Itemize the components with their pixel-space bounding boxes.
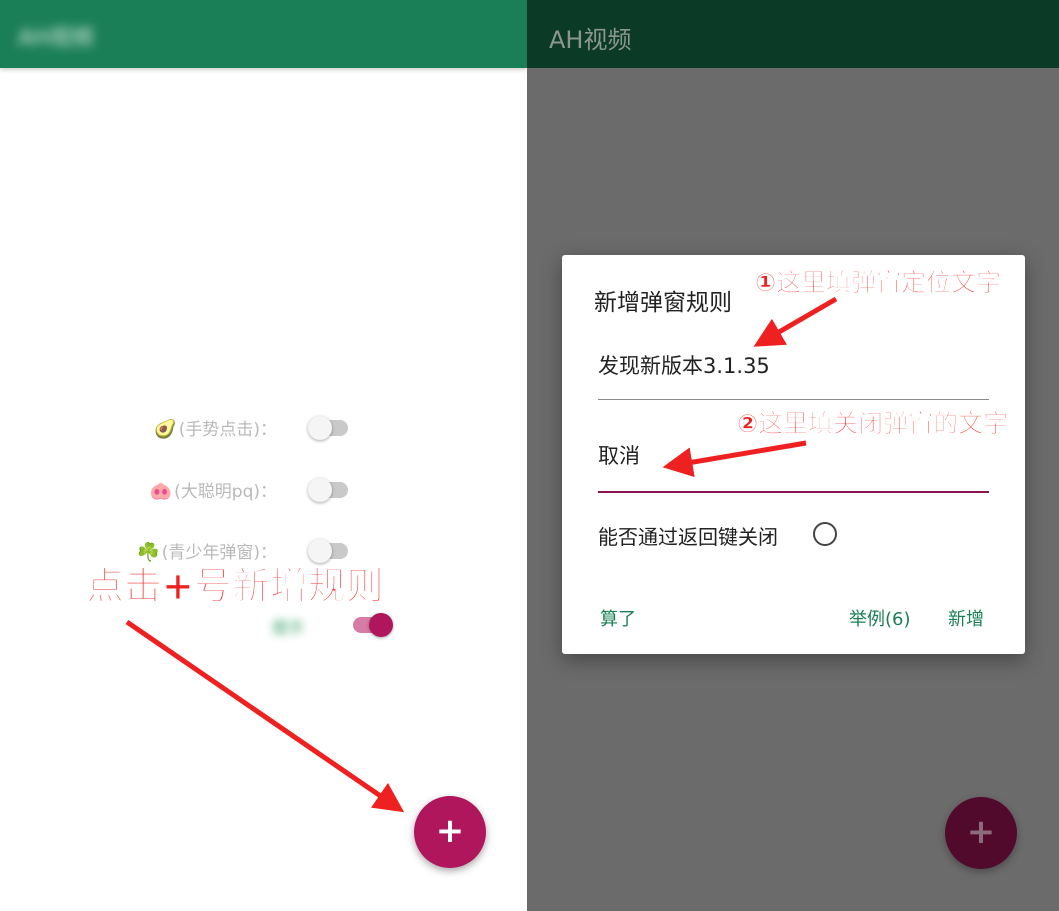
annotation-close-text: ②这里填关闭弹窗的文字 xyxy=(737,409,1009,439)
pig-nose-icon: 🐽 xyxy=(149,481,173,502)
input-underline-focused xyxy=(598,491,989,493)
add-rule-fab-dimmed: + xyxy=(945,797,1017,869)
avocado-icon: 🥑 xyxy=(154,419,177,440)
annotation-locate-text: ①这里填弹窗定位文字 xyxy=(755,268,1002,298)
locate-text-value: 发现新版本3.1.35 xyxy=(598,354,770,378)
app-bar-dimmed: AH视频 xyxy=(527,0,1059,68)
right-screen: AH视频 + 新增弹窗规则 发现新版本3.1.35 取消 能否通过返回键关闭 算… xyxy=(527,0,1059,911)
close-text-value: 取消 xyxy=(598,444,640,468)
toggle-row-gesture-click: 🥑 (手势点击)： xyxy=(0,407,527,447)
toggle-switch-smart-pq[interactable] xyxy=(308,478,348,502)
toggle-label: (手势点击)： xyxy=(178,420,277,440)
add-rule-fab[interactable]: + xyxy=(414,796,486,868)
toggle-switch-gesture-click[interactable] xyxy=(308,416,348,440)
locate-text-input[interactable]: 发现新版本3.1.35 xyxy=(598,350,989,400)
input-underline xyxy=(598,399,989,400)
toggle-switch-blurred[interactable] xyxy=(353,613,393,637)
dialog-title: 新增弹窗规则 xyxy=(594,290,732,316)
back-key-close-label: 能否通过返回键关闭 xyxy=(598,525,778,549)
example-button[interactable]: 举例(6) xyxy=(849,605,911,631)
toggle-label: (大聪明pq)： xyxy=(174,482,277,502)
blurred-label: 提示 xyxy=(272,618,305,637)
toggle-row-smart-pq: 🐽 (大聪明pq)： xyxy=(0,469,527,509)
close-text-input[interactable]: 取消 xyxy=(598,440,989,493)
app-title: AH视频 xyxy=(549,26,632,54)
add-button[interactable]: 新增 xyxy=(948,605,984,631)
back-key-close-radio[interactable] xyxy=(813,522,837,546)
app-bar: AH视频 xyxy=(0,0,527,68)
annotation-tap-plus: 点击+号新增规则 xyxy=(86,564,385,609)
app-title: AH视频 xyxy=(18,26,94,51)
left-screen: AH视频 🥑 (手势点击)： 🐽 (大聪明pq)： ☘️ (青少年弹窗)： 提示 + xyxy=(0,0,527,911)
new-popup-rule-dialog: 新增弹窗规则 发现新版本3.1.35 取消 能否通过返回键关闭 算了 举例(6)… xyxy=(562,255,1025,654)
cancel-button[interactable]: 算了 xyxy=(600,605,636,631)
